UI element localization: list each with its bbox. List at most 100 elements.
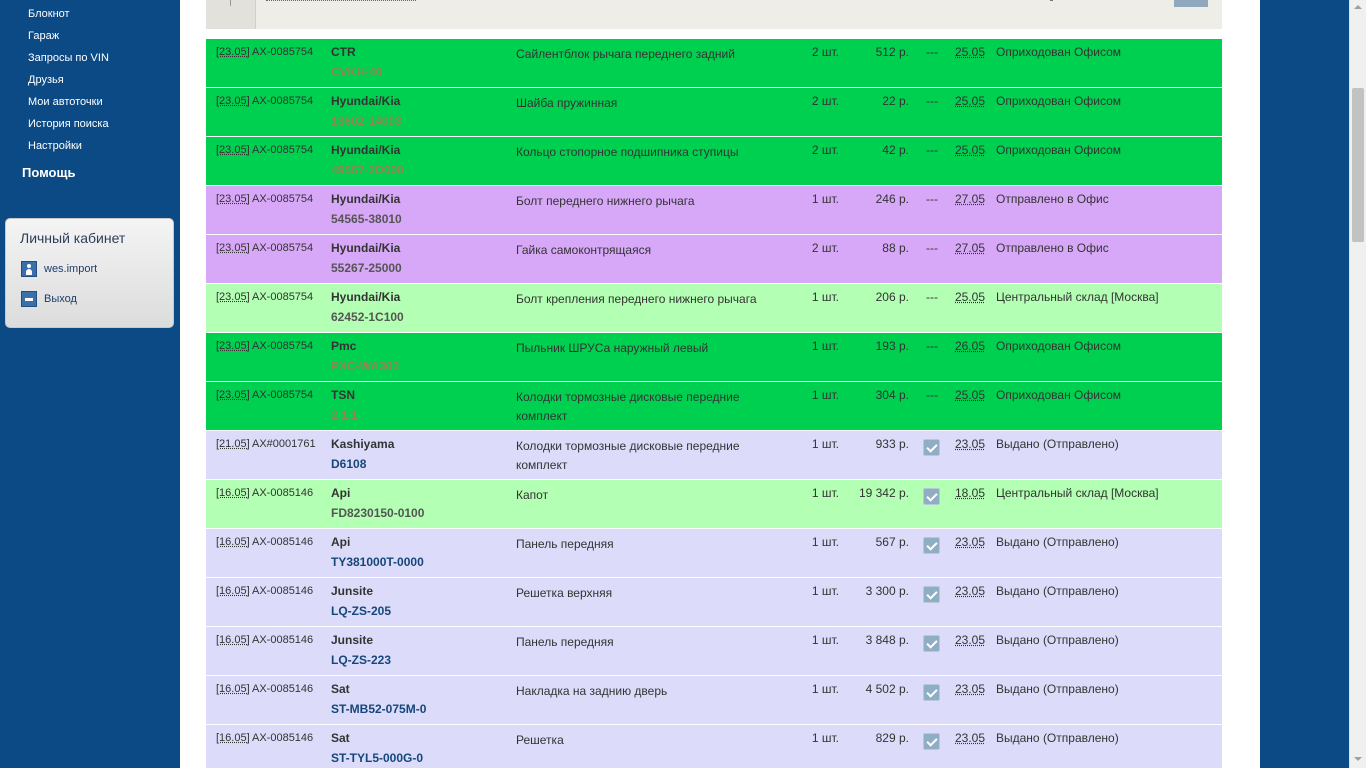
checkbox-checked-icon[interactable] bbox=[923, 635, 940, 652]
scroll-down-arrow-icon[interactable] bbox=[1354, 757, 1362, 761]
part-article[interactable]: TY381000T-0000 bbox=[331, 555, 424, 569]
table-row[interactable]: [23.05] AX-0085754 Pmc PXC-WA302 Пыльник ШРУ… bbox=[206, 333, 1222, 382]
part-article[interactable]: 49557-2D000 bbox=[331, 163, 404, 177]
part-quantity: 1 шт. bbox=[811, 437, 839, 451]
checkbox-checked-icon[interactable] bbox=[923, 684, 940, 701]
part-article[interactable]: LQ-ZS-223 bbox=[331, 653, 391, 667]
checkbox-checked-icon[interactable] bbox=[923, 537, 940, 554]
table-row[interactable]: [23.05] AX-0085754 Hyundai/Kia 49557-2D000 К… bbox=[206, 137, 1222, 186]
checkbox-checked-icon[interactable] bbox=[923, 586, 940, 603]
logout-link[interactable]: Выход bbox=[21, 290, 77, 308]
part-price: 88 р. bbox=[882, 241, 909, 255]
part-article[interactable]: D6108 bbox=[331, 457, 366, 471]
cabinet-title: Личный кабинет bbox=[20, 230, 126, 246]
sidebar-item-my-points[interactable]: Мои автоточки bbox=[28, 92, 109, 114]
part-article[interactable]: 54565-38010 bbox=[331, 212, 402, 226]
part-brand: Hyundai/Kia bbox=[331, 143, 401, 157]
order-date[interactable]: [23.05] bbox=[216, 242, 250, 254]
order-date[interactable]: [16.05] bbox=[216, 683, 250, 695]
part-quantity: 1 шт. bbox=[811, 633, 839, 647]
part-article[interactable]: ST-TYL5-000G-0 bbox=[331, 751, 423, 765]
table-row[interactable]: [16.05] AX-0085146 Api FD8230150-0100 Капот 1… bbox=[206, 480, 1222, 529]
page-scrollbar[interactable] bbox=[1349, 0, 1366, 768]
order-date[interactable]: [23.05] bbox=[216, 144, 250, 156]
scrollbar-thumb[interactable] bbox=[1352, 88, 1364, 242]
delivery-date[interactable]: 23.05 bbox=[955, 682, 985, 696]
delivery-date[interactable]: 25.05 bbox=[955, 388, 985, 402]
order-date[interactable]: [16.05] bbox=[216, 732, 250, 744]
order-status: Выдано (Отправлено) bbox=[996, 633, 1119, 647]
order-date[interactable]: [21.05] bbox=[216, 438, 250, 450]
part-brand: Sat bbox=[331, 682, 350, 696]
sidebar-item-settings[interactable]: Настройки bbox=[28, 136, 109, 158]
table-row[interactable]: [23.05] AX-0085754 TSN 2.1.1 Колодки тормозн… bbox=[206, 382, 1222, 431]
delivery-date[interactable]: 23.05 bbox=[955, 584, 985, 598]
delivery-date[interactable]: 27.05 bbox=[955, 241, 985, 255]
delivery-date[interactable]: 27.05 bbox=[955, 192, 985, 206]
order-date[interactable]: [23.05] bbox=[216, 291, 250, 303]
delivery-date[interactable]: 26.05 bbox=[955, 339, 985, 353]
part-article[interactable]: 13602-14003 bbox=[331, 114, 402, 128]
delivery-date[interactable]: 25.05 bbox=[955, 290, 985, 304]
table-row[interactable]: [16.05] AX-0085146 Sat ST-TYL5-000G-0 Решетк… bbox=[206, 725, 1222, 768]
sidebar-item-search-history[interactable]: История поиска bbox=[28, 114, 109, 136]
table-row[interactable]: [16.05] AX-0085146 Sat ST-MB52-075M-0 Наклад… bbox=[206, 676, 1222, 725]
part-article[interactable]: PXC-WA302 bbox=[331, 359, 399, 373]
order-number: AX-0085754 bbox=[252, 193, 314, 205]
part-price: 933 р. bbox=[875, 437, 909, 451]
table-row[interactable]: [16.05] AX-0085146 Api TY381000T-0000 Панель… bbox=[206, 529, 1222, 578]
delivery-date[interactable]: 25.05 bbox=[955, 143, 985, 157]
help-link[interactable]: Помощь bbox=[22, 165, 75, 180]
table-row[interactable]: [23.05] AX-0085754 Hyundai/Kia 62452-1C100 Б… bbox=[206, 284, 1222, 333]
table-row[interactable]: [23.05] AX-0085754 Hyundai/Kia 13602-14003 Ш… bbox=[206, 88, 1222, 137]
order-date[interactable]: [16.05] bbox=[216, 634, 250, 646]
order-date[interactable]: [23.05] bbox=[216, 193, 250, 205]
part-brand: TSN bbox=[331, 388, 355, 402]
checkbox-checked-icon[interactable] bbox=[923, 488, 940, 505]
table-row[interactable]: [21.05] AX#0001761 Kashiyama D6108 Колодки т… bbox=[206, 431, 1222, 480]
sidebar-item-vin-requests[interactable]: Запросы по VIN bbox=[28, 48, 109, 70]
filter-link[interactable] bbox=[266, 0, 416, 1]
part-article[interactable]: ST-MB52-075M-0 bbox=[331, 702, 426, 716]
sidebar-item-friends[interactable]: Друзья bbox=[28, 70, 109, 92]
delivery-date[interactable]: 23.05 bbox=[955, 437, 985, 451]
part-name: Панель передняя bbox=[516, 537, 614, 551]
order-status: Центральный склад [Москва] bbox=[996, 486, 1159, 500]
order-date[interactable]: [16.05] bbox=[216, 536, 250, 548]
part-price: 512 р. bbox=[875, 45, 909, 59]
table-row[interactable]: [23.05] AX-0085754 Hyundai/Kia 54565-38010 Б… bbox=[206, 186, 1222, 235]
scroll-up-arrow-icon[interactable] bbox=[1354, 5, 1362, 9]
order-date[interactable]: [16.05] bbox=[216, 487, 250, 499]
part-article[interactable]: CVKH-40 bbox=[331, 65, 382, 79]
table-row[interactable]: [23.05] AX-0085754 Hyundai/Kia 55267-25000 Г… bbox=[206, 235, 1222, 284]
order-date[interactable]: [16.05] bbox=[216, 585, 250, 597]
delivery-date[interactable]: 25.05 bbox=[955, 94, 985, 108]
table-row[interactable]: [23.05] AX-0085754 CTR CVKH-40 Сайлентблок р… bbox=[206, 39, 1222, 88]
part-quantity: 1 шт. bbox=[811, 192, 839, 206]
delivery-date[interactable]: 25.05 bbox=[955, 45, 985, 59]
part-article[interactable]: LQ-ZS-205 bbox=[331, 604, 391, 618]
part-article[interactable]: FD8230150-0100 bbox=[331, 506, 424, 520]
delivery-date[interactable]: 23.05 bbox=[955, 535, 985, 549]
table-row[interactable]: [16.05] AX-0085146 Junsite LQ-ZS-223 Панель … bbox=[206, 627, 1222, 676]
order-number: AX-0085754 bbox=[252, 291, 314, 303]
part-article[interactable]: 62452-1C100 bbox=[331, 310, 404, 324]
checkbox-checked-icon[interactable] bbox=[923, 733, 940, 750]
filter-button[interactable] bbox=[1174, 0, 1208, 7]
table-row[interactable]: [16.05] AX-0085146 Junsite LQ-ZS-205 Решетка… bbox=[206, 578, 1222, 627]
order-date[interactable]: [23.05] bbox=[216, 95, 250, 107]
order-number: AX-0085754 bbox=[252, 340, 314, 352]
sidebar-item-notebook[interactable]: Блокнот bbox=[28, 4, 109, 26]
delivery-date[interactable]: 18.05 bbox=[955, 486, 985, 500]
part-article[interactable]: 2.1.1 bbox=[331, 408, 358, 422]
part-article[interactable]: 55267-25000 bbox=[331, 261, 402, 275]
sidebar-item-garage[interactable]: Гараж bbox=[28, 26, 109, 48]
order-date[interactable]: [23.05] bbox=[216, 46, 250, 58]
delivery-date[interactable]: 23.05 bbox=[955, 731, 985, 745]
user-link[interactable]: wes.import bbox=[21, 260, 97, 278]
filter-tab[interactable] bbox=[206, 0, 256, 29]
order-date[interactable]: [23.05] bbox=[216, 389, 250, 401]
checkbox-checked-icon[interactable] bbox=[923, 439, 940, 456]
order-date[interactable]: [23.05] bbox=[216, 340, 250, 352]
delivery-date[interactable]: 23.05 bbox=[955, 633, 985, 647]
